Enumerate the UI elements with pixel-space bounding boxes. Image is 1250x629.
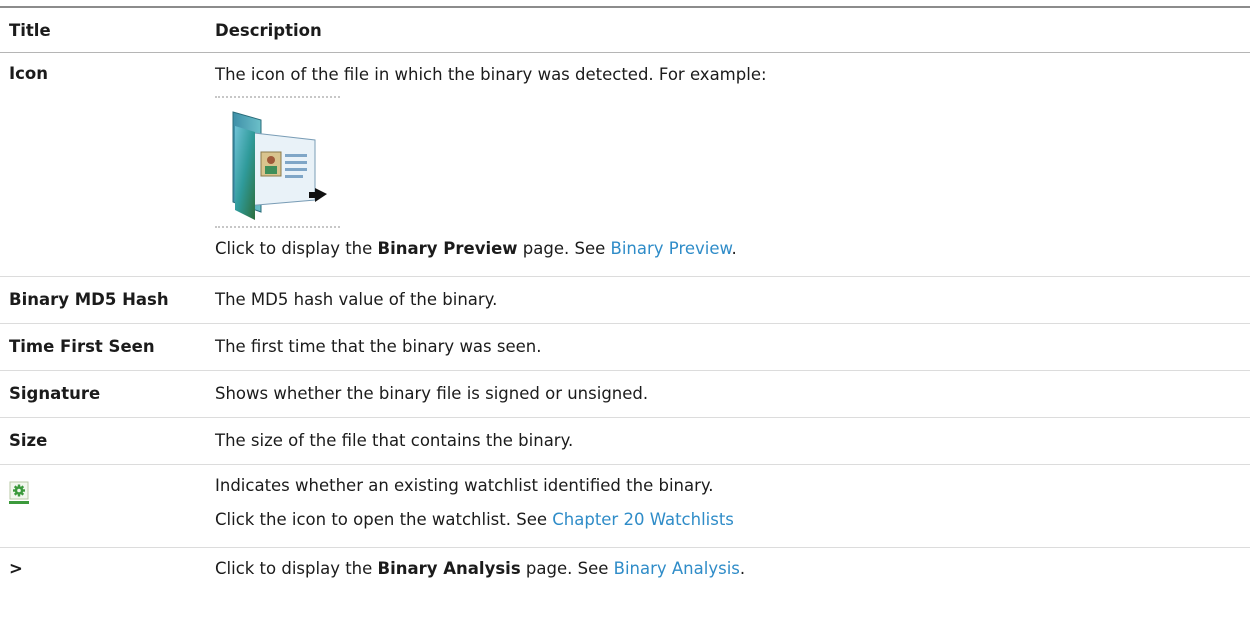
- row-description: The first time that the binary was seen.: [215, 337, 542, 356]
- desc-click-suffix: .: [739, 559, 746, 578]
- table-header-row: Title Description: [0, 8, 1250, 53]
- desc-click-prefix: Click to display the: [215, 239, 378, 258]
- binary-analysis-link[interactable]: Binary Analysis: [614, 559, 740, 578]
- desc-text: The icon of the file in which the binary…: [215, 65, 767, 84]
- row-title: Icon: [9, 64, 49, 83]
- header-title: Title: [9, 20, 51, 40]
- row-title: Signature: [9, 384, 101, 403]
- table-row-watchlist: Indicates whether an existing watchlist …: [0, 465, 1250, 548]
- desc-click-suffix: .: [731, 239, 737, 258]
- desc-text: Indicates whether an existing watchlist …: [215, 476, 714, 495]
- row-description: Shows whether the binary file is signed …: [215, 384, 649, 403]
- watchlists-chapter-link[interactable]: Chapter 20 Watchlists: [552, 510, 734, 529]
- desc-click-prefix: Click the icon to open the watchlist. Se…: [215, 510, 553, 529]
- desc-click-bold: Binary Analysis: [377, 559, 521, 578]
- row-title: Binary MD5 Hash: [9, 290, 169, 309]
- desc-click-prefix: Click to display the: [215, 559, 378, 578]
- row-description: The MD5 hash value of the binary.: [215, 290, 498, 309]
- row-description: The size of the file that contains the b…: [215, 431, 574, 450]
- desc-click-middle: page. See: [517, 239, 611, 258]
- row-title: Time First Seen: [9, 337, 155, 356]
- desc-click-line: Click the icon to open the watchlist. Se…: [215, 509, 1250, 531]
- table-row-analysis: > Click to display the Binary Analysis p…: [0, 548, 1250, 590]
- row-title: [0, 465, 215, 547]
- row-title: Size: [9, 431, 48, 450]
- binary-preview-link[interactable]: Binary Preview: [611, 239, 732, 258]
- table-row: Signature Shows whether the binary file …: [0, 371, 1250, 418]
- desc-click-bold: Binary Preview: [377, 239, 518, 258]
- header-description: Description: [215, 20, 322, 40]
- row-description: The icon of the file in which the binary…: [215, 53, 1250, 276]
- table-row: Time First Seen The first time that the …: [0, 324, 1250, 371]
- table-row-icon: Icon The icon of the file in which the b…: [0, 53, 1250, 277]
- desc-click-line: Click to display the Binary Preview page…: [215, 238, 1250, 260]
- row-description: Click to display the Binary Analysis pag…: [215, 548, 1250, 590]
- desc-click-middle: page. See: [520, 559, 614, 578]
- binary-columns-table: Title Description Icon The icon of the f…: [0, 6, 1250, 590]
- watchlist-gear-icon[interactable]: [9, 481, 29, 504]
- row-description: Indicates whether an existing watchlist …: [215, 465, 1250, 547]
- binary-file-icon: [215, 96, 340, 228]
- table-row: Binary MD5 Hash The MD5 hash value of th…: [0, 277, 1250, 324]
- row-title: >: [9, 559, 23, 578]
- table-row: Size The size of the file that contains …: [0, 418, 1250, 465]
